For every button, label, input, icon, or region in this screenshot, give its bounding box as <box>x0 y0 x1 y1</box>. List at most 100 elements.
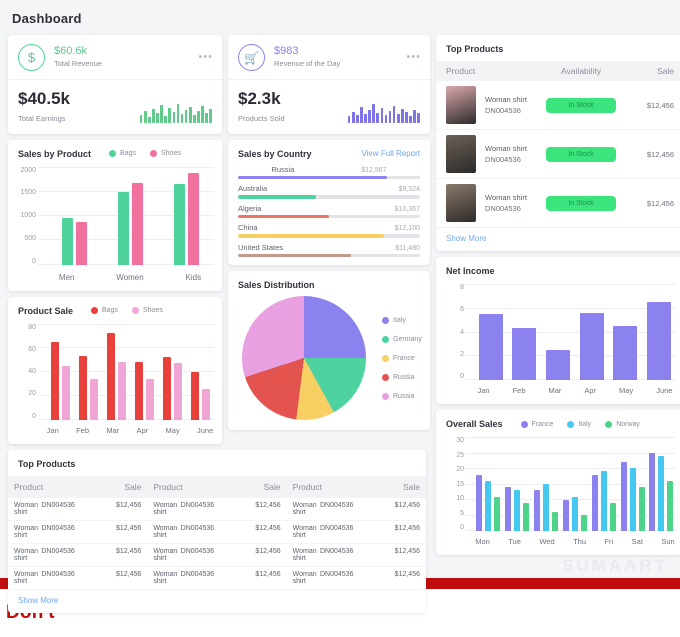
stat-card-revenue-day: 🛒 $983 Revenue of the Day ••• $2.3k Prod… <box>228 35 430 134</box>
pie-legend-item: France <box>382 354 422 362</box>
bar <box>78 356 87 420</box>
sale-price: $12,456 <box>646 149 674 159</box>
bar <box>201 388 210 420</box>
product-thumbnail <box>446 86 476 124</box>
bar <box>546 350 571 380</box>
bottom-top-products-card: Top Products Product Sale Product Sale Pro… <box>8 449 426 613</box>
bar <box>620 462 627 531</box>
bar-container <box>474 284 676 380</box>
overall-sales-card: Overall Sales France Italy Norway 30 25 20 15… <box>436 410 680 555</box>
bar <box>485 480 492 531</box>
status-badge[interactable]: In Stock <box>546 195 616 211</box>
top-products-show-more-link[interactable]: Show More <box>436 228 680 251</box>
card-menu-button[interactable]: ••• <box>198 51 213 63</box>
product-sale-card: Product Sale Bags Shoes 80 60 40 20 0 Jan Feb M… <box>8 296 222 444</box>
bar <box>600 471 607 531</box>
legend-label: Bags <box>102 307 118 315</box>
dashboard-grid: $ $60.6k Total Revenue ••• $40.5k Total … <box>4 35 680 619</box>
status-badge[interactable]: In Stock <box>546 97 616 113</box>
row-group: Woman shirt DN004536 $12,456 <box>287 544 426 566</box>
y-tick: 60 <box>28 345 36 353</box>
stat-card-body: $2.3k Products Sold <box>228 80 430 134</box>
legend-color-dot <box>382 335 389 343</box>
legend-item: Bags <box>91 307 118 315</box>
x-tick: June <box>197 425 214 435</box>
table-row[interactable]: Woman shirt DN004536 In Stock $12,456 <box>436 81 680 130</box>
sales-by-product-card: Sales by Product Bags Shoes 2000 1500 1000 5… <box>8 139 222 291</box>
stat-label: Revenue of the Day <box>274 59 341 69</box>
pie-legend-item: Italy <box>382 316 422 324</box>
y-tick: 2 <box>460 350 464 358</box>
x-tick: Tue <box>508 537 521 546</box>
table-row[interactable]: Woman shirt DN004536 $12,456 Woman shirt DN0… <box>8 544 426 567</box>
x-tick: Thu <box>573 537 587 546</box>
status-badge[interactable]: In Stock <box>546 146 616 162</box>
legend-color-dot <box>382 373 389 381</box>
sparkline-bar <box>164 115 167 123</box>
header-group: Product Sale <box>8 476 147 498</box>
x-tick: June <box>656 386 673 395</box>
country-name: Russia <box>271 164 295 174</box>
y-tick: 20 <box>28 390 36 398</box>
product-name: Woman shirt <box>153 501 178 516</box>
y-tick: 0 <box>460 373 464 380</box>
product-name: Woman shirt <box>292 524 317 539</box>
sparkline-bar <box>396 113 400 123</box>
product-name: Woman shirt <box>153 547 178 562</box>
table-row[interactable]: Woman shirt DN004536 In Stock $12,456 <box>436 130 680 179</box>
view-full-report-link[interactable]: View Full Report <box>361 149 420 158</box>
bar <box>187 173 199 265</box>
overall-sales-title: Overall Sales <box>446 419 503 429</box>
sale-price: $12,456 <box>116 524 142 532</box>
sparkline-bar <box>180 113 184 123</box>
sale-price: $12,456 <box>646 100 674 110</box>
sale-price: $12,456 <box>394 547 420 555</box>
country-name: United States <box>238 242 284 252</box>
column-left: $ $60.6k Total Revenue ••• $40.5k Total … <box>8 35 426 619</box>
table-row[interactable]: Woman shirt DN004536 $12,456 Woman shirt DN0… <box>8 521 426 544</box>
product-name: Woman shirt <box>153 570 178 585</box>
bar-group <box>476 474 501 531</box>
sparkline-bar <box>351 111 355 123</box>
country-bar-track <box>238 195 420 199</box>
product-id: DN004536 <box>180 501 215 509</box>
country-bar-track <box>238 253 420 258</box>
y-tick: 10 <box>456 495 464 502</box>
bottom-products-title: Top Products <box>18 458 76 469</box>
sales-distribution-pie <box>242 296 366 421</box>
sparkline-bar <box>376 112 380 123</box>
y-tick: 0 <box>32 412 36 420</box>
bar <box>190 371 199 420</box>
table-row[interactable]: Woman shirt DN004536 In Stock $12,456 <box>436 179 680 228</box>
col-product: Product <box>446 66 476 76</box>
product-name: Woman shirt <box>292 501 317 516</box>
card-menu-button[interactable]: ••• <box>406 51 421 63</box>
table-row[interactable]: Woman shirt DN004536 $12,456 Woman shirt DN0… <box>8 567 426 590</box>
table-row[interactable]: Woman shirt DN004536 $12,456 Woman shirt DN0… <box>8 498 426 521</box>
country-value: $11,480 <box>395 244 420 252</box>
sparkline-bar <box>347 115 351 123</box>
sparkline-bar <box>193 114 196 123</box>
net-income-card: Net Income 8 6 4 2 0 Jan Feb Mar Apr May June <box>436 257 680 404</box>
legend-label: Italy <box>578 420 592 428</box>
bar-group <box>562 496 587 531</box>
country-row: China $12,100 <box>238 223 420 238</box>
y-tick: 30 <box>456 437 464 444</box>
stat-text: $60.6k Total Revenue <box>54 45 102 69</box>
bar-group-container <box>46 167 214 265</box>
bar <box>571 496 578 531</box>
bar <box>543 484 550 531</box>
sparkline-bar <box>176 103 180 123</box>
sales-by-product-header: Sales by Product Bags Shoes <box>8 140 222 161</box>
sparkline-bar <box>160 104 163 123</box>
x-tick: Mar <box>548 386 562 395</box>
legend-color-dot <box>567 420 575 428</box>
row-group: Woman shirt DN004536 $12,456 <box>287 567 426 589</box>
bottom-show-more-link[interactable]: Show More <box>8 590 426 613</box>
sale-price: $12,456 <box>646 198 674 208</box>
bar <box>649 452 656 531</box>
bar <box>75 222 87 265</box>
col-sale: Sale <box>124 481 142 492</box>
bar <box>609 502 616 531</box>
sale-price: $12,456 <box>255 570 281 578</box>
